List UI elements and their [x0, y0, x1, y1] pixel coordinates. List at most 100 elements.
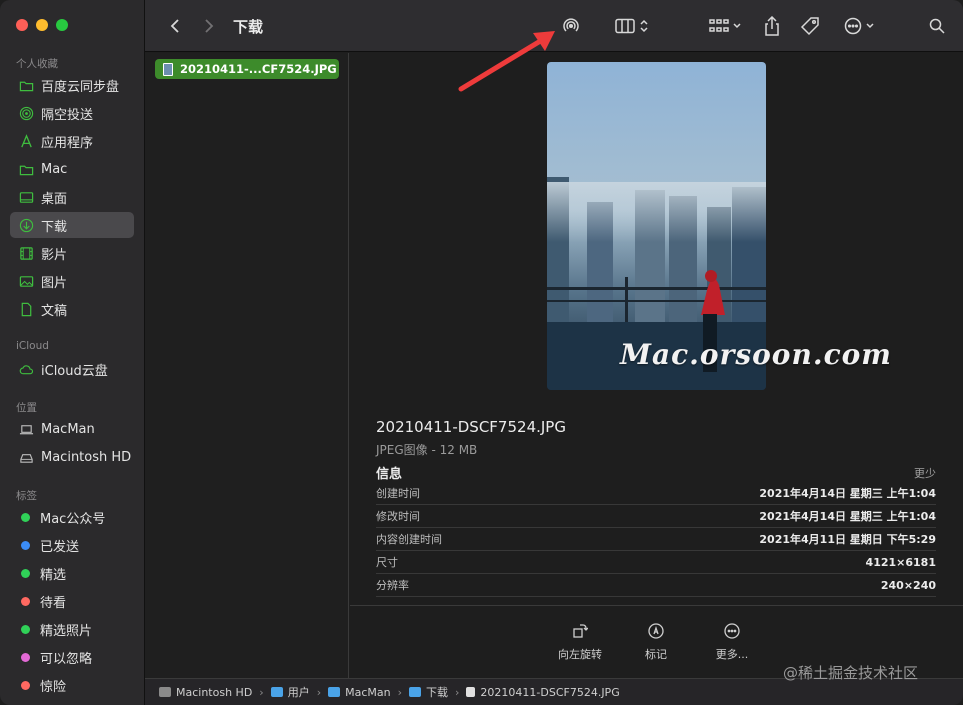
- favorites-section-label: 个人收藏: [16, 58, 58, 70]
- downloads-icon: [18, 217, 34, 233]
- rotate-left-icon: [572, 623, 589, 639]
- sidebar-item-icloud-drive[interactable]: iCloud云盘: [10, 356, 134, 382]
- sidebar-item-label: 桌面: [41, 191, 68, 207]
- rotate-left-button[interactable]: 向左旋转: [540, 623, 620, 662]
- sidebar-item-label: 精选照片: [40, 623, 93, 639]
- path-crumb[interactable]: 20210411-DSCF7524.JPG: [466, 685, 620, 699]
- image-file-icon: [163, 62, 173, 76]
- sidebar-item-label: 文稿: [41, 303, 68, 319]
- sidebar-tag-thrilling[interactable]: 惊险: [10, 672, 134, 698]
- info-row: 修改时间 2021年4月14日 星期三 上午1:04: [376, 505, 936, 528]
- sidebar-item-label: 可以忽略: [40, 651, 93, 667]
- more-button[interactable]: 更多...: [692, 623, 772, 662]
- annotation-arrow-icon: [458, 31, 555, 92]
- back-button[interactable]: [165, 14, 185, 38]
- more-actions-button[interactable]: [841, 14, 877, 38]
- info-row: 内容创建时间 2021年4月11日 星期日 下午5:29: [376, 528, 936, 551]
- sidebar-item-documents[interactable]: 文稿: [10, 296, 134, 322]
- sidebar-tag-sent[interactable]: 已发送: [10, 532, 134, 558]
- disk-icon: [159, 687, 171, 697]
- sidebar: 个人收藏 百度云同步盘 隔空投送 应用程序 Mac 桌面 下载 影片 图片 文稿…: [0, 0, 145, 705]
- chevron-right-icon: [205, 19, 214, 33]
- sidebar-item-movies[interactable]: 影片: [10, 240, 134, 266]
- sidebar-item-pictures[interactable]: 图片: [10, 268, 134, 294]
- icloud-section-label: iCloud: [16, 340, 49, 352]
- sidebar-item-downloads[interactable]: 下载: [10, 212, 134, 238]
- markup-icon: [648, 623, 664, 639]
- sidebar-item-label: 隔空投送: [41, 107, 94, 123]
- actions-divider: [350, 605, 963, 606]
- sidebar-item-desktop[interactable]: 桌面: [10, 184, 134, 210]
- green-tag-dot: [21, 512, 30, 522]
- view-options-button[interactable]: [611, 14, 653, 38]
- applications-icon: [18, 133, 34, 149]
- laptop-icon: [18, 421, 34, 437]
- path-crumb[interactable]: Macintosh HD: [159, 686, 252, 699]
- cloud-icon: [18, 361, 34, 377]
- zoom-window-button[interactable]: [56, 19, 68, 31]
- sidebar-item-label: 图片: [41, 275, 68, 291]
- file-row-label: 20210411-...CF7524.JPG: [180, 62, 337, 76]
- locations-section-label: 位置: [16, 402, 37, 414]
- path-crumb[interactable]: 下载: [409, 684, 448, 700]
- forward-button[interactable]: [199, 14, 219, 38]
- sidebar-item-mac[interactable]: Mac: [10, 156, 134, 182]
- file-row-selected[interactable]: 20210411-...CF7524.JPG: [155, 59, 339, 79]
- path-separator: ›: [455, 685, 460, 699]
- pictures-icon: [18, 273, 34, 289]
- desktop-icon: [18, 189, 34, 205]
- search-button[interactable]: [927, 14, 947, 38]
- ellipsis-circle-icon: [844, 17, 861, 35]
- path-crumb-label: 用户: [287, 686, 310, 699]
- markup-button[interactable]: 标记: [616, 623, 696, 662]
- show-less-link[interactable]: 更少: [914, 465, 936, 481]
- sidebar-item-label: MacMan: [41, 421, 95, 437]
- sidebar-item-macman[interactable]: MacMan: [10, 416, 134, 442]
- info-key: 分辨率: [376, 579, 409, 592]
- minimize-window-button[interactable]: [36, 19, 48, 31]
- sidebar-tag-featured[interactable]: 精选: [10, 560, 134, 586]
- sidebar-item-label: 精选: [40, 567, 67, 583]
- green-tag-dot: [21, 624, 30, 634]
- close-window-button[interactable]: [16, 19, 28, 31]
- sidebar-item-applications[interactable]: 应用程序: [10, 128, 134, 154]
- finder-window: 个人收藏 百度云同步盘 隔空投送 应用程序 Mac 桌面 下载 影片 图片 文稿…: [0, 0, 963, 705]
- sidebar-item-label: 下载: [41, 219, 68, 235]
- sidebar-item-airdrop[interactable]: 隔空投送: [10, 100, 134, 126]
- path-separator: ›: [316, 685, 322, 699]
- path-crumb-label: 下载: [426, 686, 448, 699]
- info-row: 创建时间 2021年4月14日 星期三 上午1:04: [376, 482, 936, 505]
- sidebar-tag-to-watch[interactable]: 待看: [10, 588, 134, 614]
- chevron-left-icon: [170, 19, 179, 33]
- chevron-down-icon: [732, 23, 741, 29]
- path-crumb[interactable]: MacMan: [328, 686, 391, 699]
- path-crumb-label: 20210411-DSCF7524.JPG: [480, 685, 620, 699]
- brand-watermark: Mac.orsoon.com: [620, 338, 892, 371]
- info-key: 创建时间: [376, 487, 420, 500]
- sidebar-item-baidu-sync[interactable]: 百度云同步盘: [10, 72, 134, 98]
- sidebar-item-label: iCloud云盘: [41, 363, 108, 379]
- sidebar-tag-featured-photos[interactable]: 精选照片: [10, 616, 134, 642]
- share-button[interactable]: [761, 14, 783, 38]
- sidebar-item-label: 已发送: [40, 539, 80, 555]
- sidebar-tag-mac-gongzhonghao[interactable]: Mac公众号: [10, 504, 134, 530]
- columns-view-icon: [615, 18, 635, 34]
- sidebar-tag-ignorable[interactable]: 可以忽略: [10, 644, 134, 670]
- action-label: 更多...: [715, 648, 749, 661]
- home-folder-icon: [328, 687, 341, 697]
- action-label: 向左旋转: [558, 648, 602, 661]
- group-button[interactable]: [705, 14, 745, 38]
- path-crumb[interactable]: 用户: [270, 684, 310, 700]
- sidebar-item-label: 惊险: [40, 679, 67, 695]
- sidebar-item-label: Mac: [41, 161, 68, 177]
- search-icon: [929, 18, 945, 34]
- sidebar-item-label: Macintosh HD: [41, 449, 132, 465]
- info-key: 内容创建时间: [376, 533, 442, 546]
- sidebar-item-macintosh-hd[interactable]: Macintosh HD: [10, 444, 134, 470]
- info-value: 240×240: [880, 578, 936, 592]
- tag-icon: [800, 17, 819, 36]
- info-value: 2021年4月11日 星期日 下午5:29: [759, 533, 936, 546]
- red-tag-dot: [21, 596, 30, 606]
- tag-button[interactable]: [799, 14, 821, 38]
- share-icon: [765, 16, 779, 36]
